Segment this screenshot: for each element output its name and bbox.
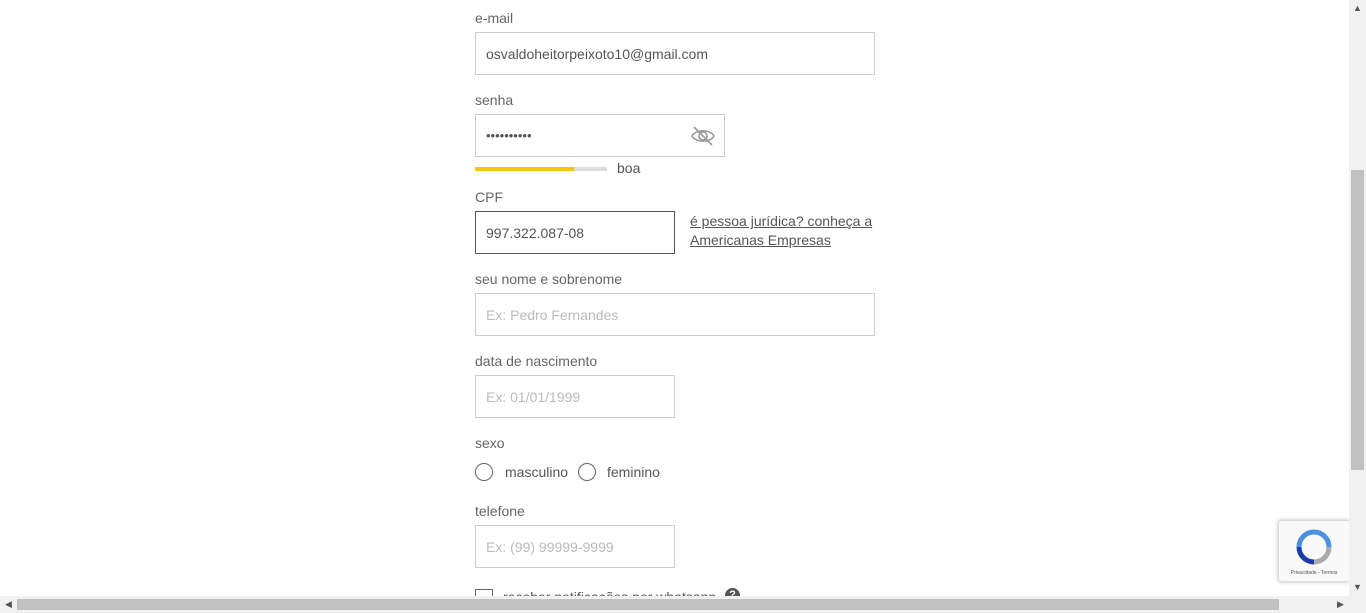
- email-input[interactable]: [475, 32, 875, 75]
- name-label: seu nome e sobrenome: [475, 271, 623, 287]
- password-strength-label: boa: [617, 160, 641, 176]
- birthdate-input[interactable]: [475, 375, 675, 418]
- scroll-up-arrow-icon[interactable]: ▲: [1349, 0, 1366, 17]
- name-input[interactable]: [475, 293, 875, 336]
- password-strength-bar: [475, 167, 607, 171]
- pj-link-line2: Americanas Empresas: [690, 232, 831, 248]
- vertical-scroll-thumb[interactable]: [1351, 170, 1364, 470]
- cpf-input[interactable]: [475, 211, 675, 254]
- pessoa-juridica-link[interactable]: é pessoa jurídica? conheça a Americanas …: [690, 212, 872, 250]
- recaptcha-badge[interactable]: Privacidade - Termos: [1279, 521, 1349, 581]
- cpf-label: CPF: [475, 189, 503, 205]
- phone-input[interactable]: [475, 525, 675, 568]
- vertical-scrollbar[interactable]: ▲ ▼: [1349, 0, 1366, 596]
- email-label: e-mail: [475, 10, 514, 26]
- horizontal-scrollbar[interactable]: ◀ ▶: [0, 596, 1366, 613]
- pj-link-line1: é pessoa jurídica? conheça a: [690, 213, 873, 229]
- sex-label: sexo: [475, 435, 505, 451]
- radio-masculino[interactable]: [475, 463, 493, 481]
- phone-label: telefone: [475, 503, 525, 519]
- password-field[interactable]: ••••••••••: [475, 114, 725, 157]
- radio-feminino-label[interactable]: feminino: [607, 464, 660, 480]
- scroll-right-arrow-icon[interactable]: ▶: [1332, 596, 1349, 613]
- password-label: senha: [475, 92, 514, 108]
- eye-slash-icon[interactable]: [690, 125, 716, 147]
- password-value: ••••••••••: [486, 128, 532, 143]
- radio-feminino[interactable]: [578, 463, 596, 481]
- birthdate-label: data de nascimento: [475, 353, 598, 369]
- radio-masculino-label[interactable]: masculino: [505, 464, 568, 480]
- scroll-down-arrow-icon[interactable]: ▼: [1349, 579, 1366, 596]
- recaptcha-terms[interactable]: Privacidade - Termos: [1279, 570, 1349, 576]
- password-strength-fill: [475, 167, 574, 171]
- recaptcha-logo-icon: [1296, 529, 1332, 565]
- horizontal-scroll-thumb[interactable]: [17, 599, 1279, 610]
- scroll-left-arrow-icon[interactable]: ◀: [0, 596, 17, 613]
